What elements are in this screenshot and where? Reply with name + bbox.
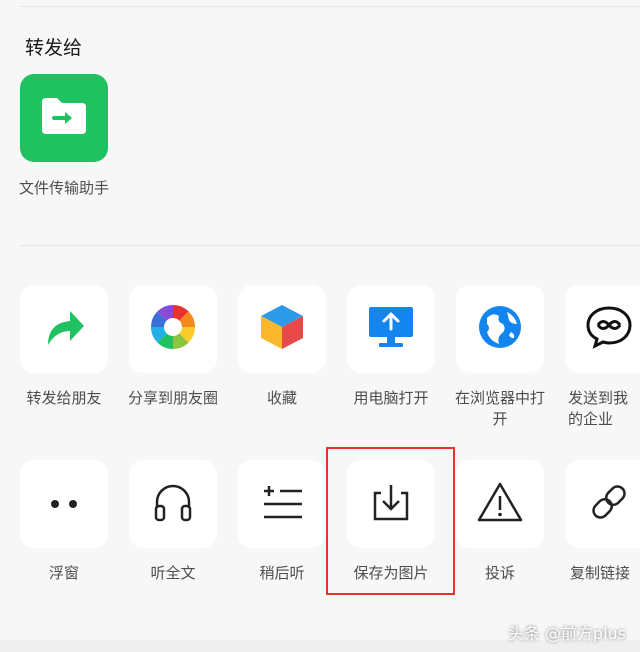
browser-globe-icon [477,304,523,354]
forward-section-title: 转发给 [25,37,83,59]
share-to-moments-button[interactable] [129,285,217,373]
listen-later-button[interactable] [238,460,326,548]
folder-arrow-icon [40,96,88,140]
report-label: 投诉 [484,564,515,582]
highlight-box [326,447,455,595]
share-to-moments-label: 分享到朋友圈 [127,389,218,407]
forward-to-friend-label: 转发给朋友 [26,389,102,407]
computer-open-icon [367,305,415,353]
top-divider [20,6,640,7]
warning-icon [477,481,523,527]
float-window-button[interactable] [20,460,108,548]
float-window-icon [46,495,82,514]
file-transfer-assistant-label: 文件传输助手 [18,179,109,197]
send-to-wecom-button[interactable] [565,285,640,373]
listen-later-label: 稍后听 [259,564,305,582]
link-icon [587,480,631,528]
open-on-computer-button[interactable] [347,285,435,373]
open-in-browser-label: 在浏览器中打开 [454,389,545,428]
listen-full-text-button[interactable] [129,460,217,548]
copy-link-label: 复制链接 [570,564,631,582]
forward-to-friend-button[interactable] [20,285,108,373]
favorite-cube-icon [259,303,305,355]
listen-later-icon [260,482,304,526]
headphones-icon [151,480,195,528]
favorite-label: 收藏 [266,389,297,407]
share-arrow-icon [42,307,86,351]
file-transfer-assistant-tile[interactable] [20,74,108,162]
open-in-browser-button[interactable] [456,285,544,373]
favorite-button[interactable] [238,285,326,373]
report-button[interactable] [456,460,544,548]
send-to-wecom-label: 发送到我的企业 [568,389,629,428]
open-on-computer-label: 用电脑打开 [353,389,429,407]
wecom-icon [585,305,633,353]
moments-icon [149,303,197,355]
float-window-label: 浮窗 [48,564,79,582]
watermark: 头条 @前方plus [507,624,626,643]
section-divider [20,245,640,246]
listen-full-text-label: 听全文 [150,564,196,582]
copy-link-button[interactable] [565,460,640,548]
